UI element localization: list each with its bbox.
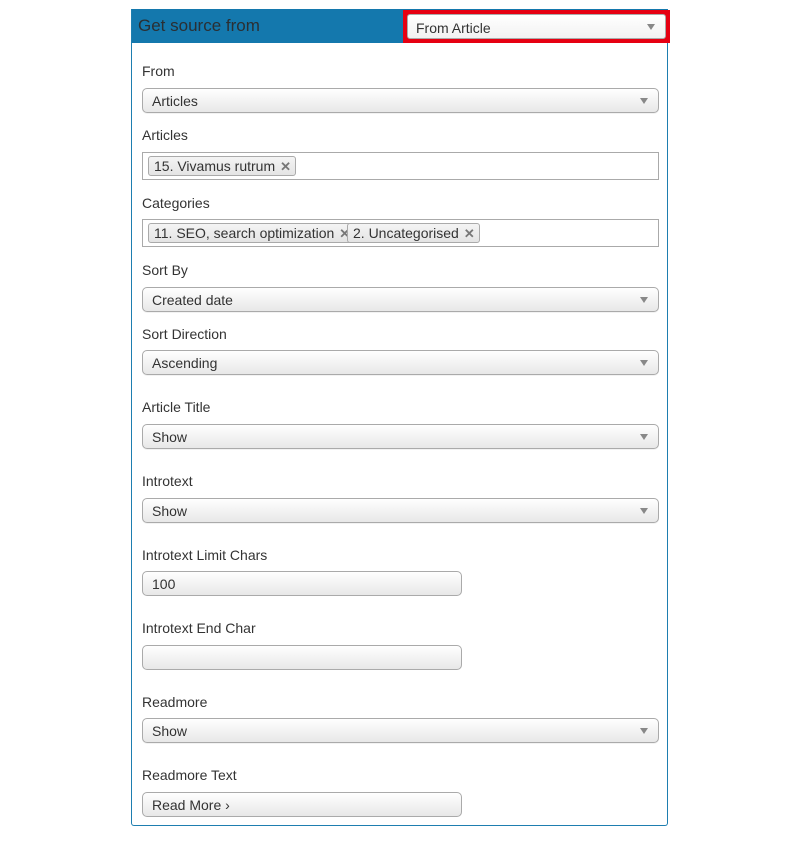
article-title-select[interactable]: Show — [142, 424, 659, 449]
source-select-value: From Article — [416, 20, 491, 36]
panel-header: Get source from From Article — [132, 9, 670, 43]
sort-direction-value: Ascending — [152, 355, 218, 371]
source-select[interactable]: From Article — [407, 14, 666, 39]
category-tag: 11. SEO, search optimization ✕ — [148, 223, 356, 243]
introtext-end-char-input[interactable] — [142, 645, 462, 670]
sort-direction-label: Sort Direction — [142, 326, 227, 342]
readmore-text-input[interactable]: Read More › — [142, 792, 462, 817]
introtext-limit-chars-label: Introtext Limit Chars — [142, 547, 268, 563]
introtext-value: Show — [152, 503, 188, 519]
chevron-down-icon — [647, 23, 655, 30]
introtext-select[interactable]: Show — [142, 498, 659, 523]
article-title-value: Show — [152, 429, 188, 445]
article-tag: 15. Vivamus rutrum ✕ — [148, 156, 297, 176]
readmore-label: Readmore — [142, 694, 208, 710]
from-select-value: Articles — [152, 93, 198, 109]
readmore-select[interactable]: Show — [142, 718, 659, 743]
sort-direction-select[interactable]: Ascending — [142, 350, 659, 375]
introtext-label: Introtext — [142, 473, 193, 489]
source-settings-panel: Get source from From Article From Articl… — [131, 9, 670, 826]
chevron-down-icon — [640, 97, 648, 104]
chevron-down-icon — [640, 433, 648, 440]
readmore-text-label: Readmore Text — [142, 767, 237, 783]
articles-tag-input[interactable]: 15. Vivamus rutrum ✕ — [142, 152, 659, 180]
chevron-down-icon — [640, 727, 648, 734]
article-title-label: Article Title — [142, 399, 211, 415]
chevron-down-icon — [640, 507, 648, 514]
category-tag-text: 11. SEO, search optimization — [154, 225, 335, 241]
source-select-highlight: From Article — [403, 10, 670, 43]
chevron-down-icon — [640, 359, 648, 366]
category-tag: 2. Uncategorised ✕ — [347, 223, 480, 243]
articles-label: Articles — [142, 127, 188, 143]
category-tag-text: 2. Uncategorised — [353, 225, 459, 241]
introtext-end-char-label: Introtext End Char — [142, 620, 256, 636]
chevron-down-icon — [640, 296, 648, 303]
from-label: From — [142, 63, 175, 79]
categories-tag-input[interactable]: 11. SEO, search optimization ✕ 2. Uncateg… — [142, 219, 659, 247]
introtext-limit-chars-input[interactable]: 100 — [142, 571, 462, 596]
sort-by-select[interactable]: Created date — [142, 287, 659, 312]
remove-tag-icon[interactable]: ✕ — [280, 159, 291, 174]
sort-by-label: Sort By — [142, 262, 188, 278]
sort-by-value: Created date — [152, 292, 233, 308]
from-select[interactable]: Articles — [142, 88, 659, 113]
readmore-value: Show — [152, 723, 188, 739]
article-tag-text: 15. Vivamus rutrum — [154, 158, 276, 174]
panel-title: Get source from — [138, 16, 260, 35]
categories-label: Categories — [142, 195, 210, 211]
remove-tag-icon[interactable]: ✕ — [464, 226, 475, 241]
